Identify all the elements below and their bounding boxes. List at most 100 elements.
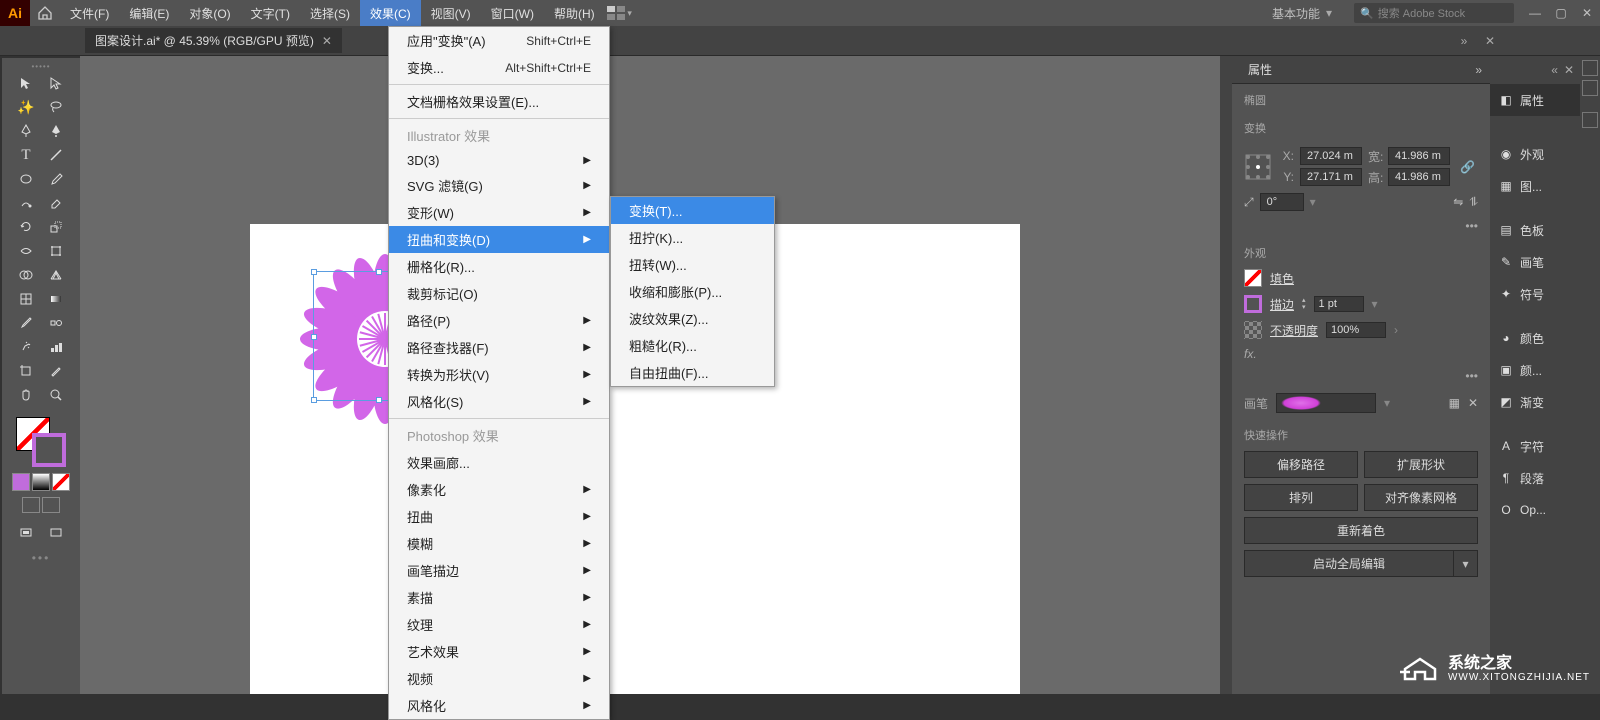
eyedropper-tool[interactable] xyxy=(11,311,41,335)
gradient-mode-icon[interactable] xyxy=(32,473,50,491)
align-pixel-button[interactable]: 对齐像素网格 xyxy=(1364,484,1478,511)
stock-search-input[interactable]: 🔍 搜索 Adobe Stock xyxy=(1354,3,1514,23)
line-segment-tool[interactable] xyxy=(41,143,71,167)
submenu-item[interactable]: 粗糙化(R)... xyxy=(611,332,774,359)
link-wh-icon[interactable]: 🔗 xyxy=(1458,160,1477,174)
direct-selection-tool[interactable] xyxy=(41,71,71,95)
opacity-dropdown[interactable]: › xyxy=(1394,323,1398,337)
paintbrush-tool[interactable] xyxy=(41,167,71,191)
menu-item[interactable]: 效果画廊... xyxy=(389,449,609,476)
gradient-tool[interactable] xyxy=(41,287,71,311)
panel-icon-graphic-styles[interactable]: ▦图... xyxy=(1490,170,1580,202)
column-graph-tool[interactable] xyxy=(41,335,71,359)
shape-builder-tool[interactable] xyxy=(11,263,41,287)
stroke-swatch[interactable] xyxy=(32,433,66,467)
menu-item[interactable]: SVG 滤镜(G)▶ xyxy=(389,172,609,199)
panel-icon-brushes[interactable]: ✎画笔 xyxy=(1490,246,1580,278)
global-edit-button[interactable]: 启动全局编辑 xyxy=(1244,550,1454,577)
pen-tool[interactable] xyxy=(11,119,41,143)
menu-item[interactable]: 素描▶ xyxy=(389,584,609,611)
workspace-switcher[interactable]: 基本功能▾ xyxy=(1264,0,1346,26)
more-options-icon[interactable]: ••• xyxy=(1232,215,1490,237)
panel-collapse-icon[interactable]: » xyxy=(1475,63,1482,77)
curvature-tool[interactable] xyxy=(41,119,71,143)
zoom-tool[interactable] xyxy=(41,383,71,407)
panel-icon-color[interactable]: ◕颜色 xyxy=(1490,322,1580,354)
width-tool[interactable] xyxy=(11,239,41,263)
menu-item-5[interactable]: 效果(C) xyxy=(360,0,421,26)
appearance-more-icon[interactable]: ••• xyxy=(1232,365,1490,387)
shaper-tool[interactable] xyxy=(11,191,41,215)
screen-mode-icon[interactable] xyxy=(11,521,41,545)
color-mode-icon[interactable] xyxy=(12,473,30,491)
menu-item[interactable]: 裁剪标记(O) xyxy=(389,280,609,307)
panel-icon-paragraph[interactable]: ¶段落 xyxy=(1490,462,1580,494)
menu-item-0[interactable]: 文件(F) xyxy=(60,0,119,26)
panel-icon-swatches[interactable]: ▤色板 xyxy=(1490,214,1580,246)
offset-path-button[interactable]: 偏移路径 xyxy=(1244,451,1358,478)
flip-horizontal-icon[interactable]: ⇋ xyxy=(1453,195,1463,210)
document-tab[interactable]: 图案设计.ai* @ 45.39% (RGB/GPU 预览) ✕ xyxy=(85,28,342,53)
menu-item[interactable]: 路径查找器(F)▶ xyxy=(389,334,609,361)
menu-item-3[interactable]: 文字(T) xyxy=(241,0,300,26)
recolor-button[interactable]: 重新着色 xyxy=(1244,517,1478,544)
stroke-stepper[interactable]: ▴▾ xyxy=(1302,297,1306,311)
flip-vertical-icon[interactable]: ⥮ xyxy=(1469,195,1478,210)
close-button[interactable]: ✕ xyxy=(1574,0,1600,26)
x-input[interactable] xyxy=(1300,147,1362,165)
panel-icon-properties[interactable]: ◧属性 xyxy=(1490,84,1580,116)
menu-item[interactable]: 路径(P)▶ xyxy=(389,307,609,334)
fx-label[interactable]: fx. xyxy=(1232,343,1490,365)
menu-item-2[interactable]: 对象(O) xyxy=(179,0,240,26)
lasso-tool[interactable] xyxy=(41,95,71,119)
menu-item[interactable]: 3D(3)▶ xyxy=(389,149,609,172)
perspective-grid-tool[interactable] xyxy=(41,263,71,287)
selection-tool[interactable] xyxy=(11,71,41,95)
height-input[interactable] xyxy=(1388,168,1450,186)
brush-options-icon[interactable]: ▦ xyxy=(1449,396,1460,410)
magic-wand-tool[interactable]: ✨ xyxy=(11,95,41,119)
rotate-tool[interactable] xyxy=(11,215,41,239)
menu-item[interactable]: 风格化▶ xyxy=(389,692,609,719)
y-input[interactable] xyxy=(1300,168,1362,186)
panel-icon-appearance[interactable]: ◉外观 xyxy=(1490,138,1580,170)
stroke-label[interactable]: 描边 xyxy=(1270,296,1294,313)
submenu-item[interactable]: 扭拧(K)... xyxy=(611,224,774,251)
angle-input[interactable] xyxy=(1260,193,1304,211)
reference-point-icon[interactable] xyxy=(1244,153,1272,181)
brush-dropdown-icon[interactable]: ▾ xyxy=(1384,396,1390,410)
menu-item[interactable]: 文档栅格效果设置(E)... xyxy=(389,88,609,115)
blend-tool[interactable] xyxy=(41,311,71,335)
panel-icon-symbols[interactable]: ✦符号 xyxy=(1490,278,1580,310)
free-transform-tool[interactable] xyxy=(41,239,71,263)
expand-shape-button[interactable]: 扩展形状 xyxy=(1364,451,1478,478)
slice-tool[interactable] xyxy=(41,359,71,383)
submenu-item[interactable]: 扭转(W)... xyxy=(611,251,774,278)
edge-button-3[interactable] xyxy=(1582,112,1598,128)
type-tool[interactable]: T xyxy=(11,143,41,167)
menu-item-4[interactable]: 选择(S) xyxy=(300,0,360,26)
panel-icon-character[interactable]: A字符 xyxy=(1490,430,1580,462)
edge-button-1[interactable] xyxy=(1582,60,1598,76)
opacity-input[interactable] xyxy=(1326,322,1386,338)
submenu-item[interactable]: 自由扭曲(F)... xyxy=(611,359,774,386)
opacity-swatch-icon[interactable] xyxy=(1244,321,1262,339)
artboard-tool[interactable] xyxy=(11,359,41,383)
panel-icon-opentype[interactable]: OOp... xyxy=(1490,494,1580,526)
submenu-item[interactable]: 波纹效果(Z)... xyxy=(611,305,774,332)
panel-icon-color-guide[interactable]: ▣颜... xyxy=(1490,354,1580,386)
global-edit-dropdown[interactable]: ▾ xyxy=(1454,550,1478,577)
symbol-sprayer-tool[interactable] xyxy=(11,335,41,359)
menu-item[interactable]: 栅格化(R)... xyxy=(389,253,609,280)
stroke-weight-dropdown[interactable]: ▾ xyxy=(1372,297,1378,311)
hand-tool[interactable] xyxy=(11,383,41,407)
arrange-button[interactable]: 排列 xyxy=(1244,484,1358,511)
menu-item-6[interactable]: 视图(V) xyxy=(421,0,481,26)
width-input[interactable] xyxy=(1388,147,1450,165)
fill-stroke-swatch[interactable] xyxy=(16,417,66,467)
scale-tool[interactable] xyxy=(41,215,71,239)
draw-normal-icon[interactable] xyxy=(22,497,40,513)
panel-collapse-icon[interactable]: « xyxy=(1551,63,1558,77)
edit-toolbar-icon[interactable]: ••• xyxy=(32,551,51,565)
menu-item[interactable]: 变形(W)▶ xyxy=(389,199,609,226)
